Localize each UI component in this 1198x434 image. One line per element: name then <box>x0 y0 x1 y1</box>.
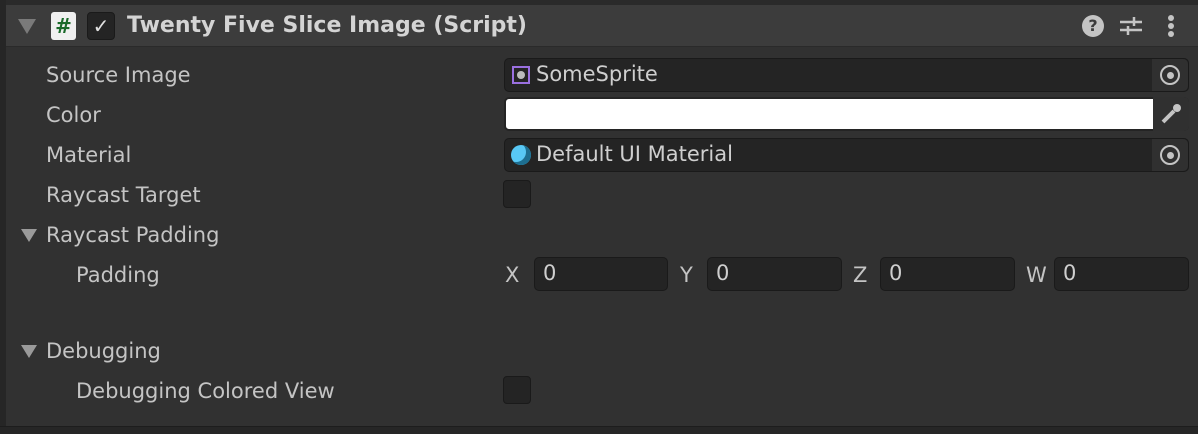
debugging-colored-view-checkbox[interactable] <box>503 376 531 404</box>
padding-y-input[interactable]: 0 <box>707 257 842 291</box>
object-picker-button[interactable] <box>1152 59 1188 91</box>
foldout-arrow-icon[interactable] <box>18 19 36 34</box>
raycast-target-checkbox[interactable] <box>503 180 531 208</box>
padding-x-label: X <box>505 263 520 287</box>
debugging-colored-view-label: Debugging Colored View <box>76 379 335 403</box>
color-label: Color <box>46 103 101 127</box>
padding-w-input[interactable]: 0 <box>1054 257 1189 291</box>
color-field[interactable] <box>504 97 1189 131</box>
padding-w-label: W <box>1026 263 1047 287</box>
sprite-icon <box>512 66 530 84</box>
material-value: Default UI Material <box>536 142 733 166</box>
raycast-target-label: Raycast Target <box>46 183 201 207</box>
help-icon[interactable]: ? <box>1082 15 1104 37</box>
bottom-border <box>0 426 1198 434</box>
padding-y-value: 0 <box>716 261 730 285</box>
material-field[interactable]: Default UI Material <box>504 138 1189 172</box>
source-image-label: Source Image <box>46 63 191 87</box>
padding-label: Padding <box>76 263 160 287</box>
eyedropper-icon <box>1161 104 1181 124</box>
padding-y-label: Y <box>680 263 693 287</box>
source-image-field[interactable]: SomeSprite <box>504 58 1189 92</box>
script-icon: # <box>51 12 76 40</box>
component-enabled-checkbox[interactable]: ✓ <box>87 12 115 40</box>
component-header[interactable]: # ✓ Twenty Five Slice Image (Script) ? <box>6 5 1198 47</box>
object-picker-icon <box>1160 65 1180 85</box>
presets-icon[interactable] <box>1120 15 1142 37</box>
object-picker-button[interactable] <box>1152 139 1188 171</box>
padding-x-value: 0 <box>543 261 557 285</box>
left-border <box>0 0 6 434</box>
raycast-padding-foldout-icon[interactable] <box>21 229 37 242</box>
eyedropper-button[interactable] <box>1153 97 1189 131</box>
component-title: Twenty Five Slice Image (Script) <box>127 13 527 38</box>
raycast-padding-label: Raycast Padding <box>46 223 220 247</box>
debugging-foldout-icon[interactable] <box>21 345 37 358</box>
padding-z-input[interactable]: 0 <box>880 257 1015 291</box>
padding-z-value: 0 <box>889 261 903 285</box>
script-icon-glyph: # <box>55 14 72 38</box>
debugging-label: Debugging <box>46 339 161 363</box>
source-image-value: SomeSprite <box>536 62 658 86</box>
object-picker-icon <box>1160 145 1180 165</box>
padding-x-input[interactable]: 0 <box>534 257 668 291</box>
context-menu-icon[interactable] <box>1168 15 1174 39</box>
padding-w-value: 0 <box>1063 261 1077 285</box>
padding-z-label: Z <box>853 263 868 287</box>
material-icon <box>511 145 531 165</box>
material-label: Material <box>46 143 132 167</box>
